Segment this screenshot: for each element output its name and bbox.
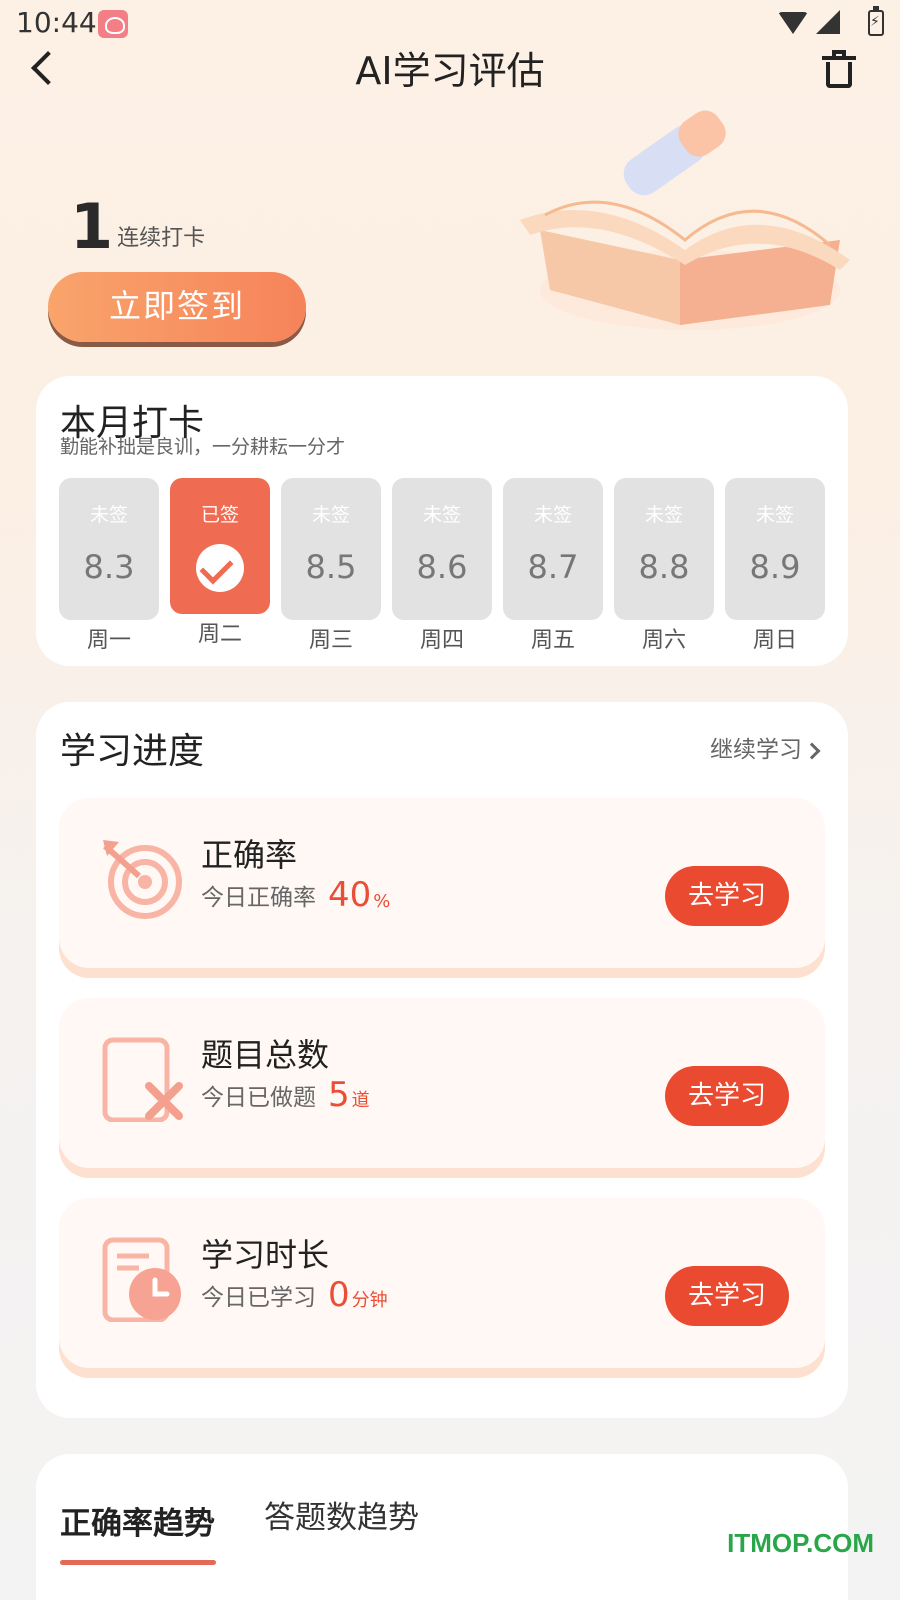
book-illustration	[520, 110, 850, 330]
day-item[interactable]: 未签 8.3 周一	[59, 478, 159, 654]
day-weekday: 周一	[86, 628, 131, 653]
study-time-stat: 学习时长 今日已学习 0 分钟 去学习	[59, 1198, 825, 1368]
day-status: 未签	[311, 504, 350, 526]
stat-title: 学习时长	[201, 1236, 330, 1274]
check-icon	[196, 544, 244, 592]
checkin-button[interactable]: 立即签到	[48, 272, 306, 342]
status-time: 10:44	[16, 6, 97, 39]
go-study-button[interactable]: 去学习	[665, 1266, 789, 1326]
go-study-button[interactable]: 去学习	[665, 1066, 789, 1126]
day-item[interactable]: 未签 8.5 周三	[281, 478, 381, 654]
stat-subtitle: 今日已做题	[201, 1085, 316, 1111]
tab-answer-count-trend[interactable]: 答题数趋势	[264, 1492, 419, 1537]
streak-count: 1	[70, 190, 114, 263]
stat-subtitle-row: 今日已做题 5 道	[201, 1078, 370, 1112]
stat-subtitle-row: 今日已学习 0 分钟	[201, 1278, 388, 1312]
day-status: 已签	[200, 504, 239, 526]
day-item-signed[interactable]: 已签 周二	[170, 478, 270, 654]
watermark: ITMOP.COM	[727, 1528, 874, 1558]
day-status: 未签	[644, 504, 683, 526]
month-subtitle: 勤能补拙是良训，一分耕耘一分才	[60, 436, 346, 458]
day-item[interactable]: 未签 8.6 周四	[392, 478, 492, 654]
day-date: 8.5	[305, 548, 357, 586]
stat-value: 5	[328, 1075, 350, 1115]
clock-doc-icon	[102, 1237, 181, 1322]
nav-bar: AI学习评估	[0, 46, 900, 96]
day-status: 未签	[89, 504, 128, 526]
stat-subtitle: 今日已学习	[201, 1285, 316, 1311]
day-item[interactable]: 未签 8.7 周五	[503, 478, 603, 654]
stat-value: 40	[328, 875, 372, 915]
day-date: 8.6	[416, 548, 468, 586]
trend-card: 正确率趋势 答题数趋势	[36, 1454, 848, 1600]
wrong-question-icon	[102, 1037, 183, 1122]
go-study-button[interactable]: 去学习	[665, 866, 789, 926]
stat-unit: 分钟	[351, 1290, 388, 1311]
learning-progress-card: 学习进度 继续学习 正确率 今日正确率 40 % 去学习 题目总数 今日已做题 …	[36, 702, 848, 1418]
question-count-stat: 题目总数 今日已做题 5 道 去学习	[59, 998, 825, 1168]
tab-accuracy-trend[interactable]: 正确率趋势	[60, 1498, 215, 1543]
day-weekday: 周日	[752, 628, 797, 653]
status-bar: 10:44	[0, 0, 900, 46]
day-status: 未签	[533, 504, 572, 526]
day-weekday: 周三	[308, 628, 353, 653]
month-checkin-card: 本月打卡 勤能补拙是良训，一分耕耘一分才 未签 8.3 周一 已签 周二 未签 8.…	[36, 376, 848, 666]
day-weekday: 周五	[530, 628, 575, 653]
day-list: 未签 8.3 周一 已签 周二 未签 8.5 周三 未签 8.6 周四 未签 8.7 周…	[59, 478, 825, 654]
stat-unit: 道	[351, 1090, 370, 1111]
accuracy-stat: 正确率 今日正确率 40 % 去学习	[59, 798, 825, 968]
stat-unit: %	[373, 891, 391, 912]
day-date: 8.9	[749, 548, 801, 586]
wifi-icon	[778, 12, 808, 34]
day-item[interactable]: 未签 8.9 周日	[725, 478, 825, 654]
continue-learning-link[interactable]: 继续学习	[710, 730, 821, 764]
streak-label: 连续打卡	[117, 226, 206, 251]
active-tab-indicator	[60, 1560, 216, 1565]
target-icon	[103, 840, 182, 919]
day-weekday: 周四	[419, 628, 464, 653]
day-weekday: 周六	[641, 628, 686, 653]
day-item[interactable]: 未签 8.8 周六	[614, 478, 714, 654]
stat-title: 题目总数	[201, 1036, 330, 1074]
day-status: 未签	[755, 504, 794, 526]
day-date: 8.3	[83, 548, 135, 586]
stat-title: 正确率	[201, 836, 298, 874]
day-status: 未签	[422, 504, 461, 526]
stat-value: 0	[328, 1275, 350, 1315]
battery-icon	[868, 6, 884, 36]
stat-subtitle: 今日正确率	[201, 885, 316, 911]
app-notification-icon	[98, 10, 128, 38]
day-weekday: 周二	[197, 622, 242, 647]
continue-learning-label: 继续学习	[710, 737, 802, 763]
streak-counter: 1 连续打卡	[70, 196, 205, 258]
system-icons	[778, 6, 884, 36]
chevron-right-icon	[803, 742, 821, 760]
stat-subtitle-row: 今日正确率 40 %	[201, 878, 390, 912]
page-title: AI学习评估	[355, 49, 545, 93]
progress-title: 学习进度	[60, 731, 205, 772]
day-date: 8.7	[527, 548, 579, 586]
day-date: 8.8	[638, 548, 690, 586]
signal-icon	[816, 10, 840, 34]
trash-icon[interactable]	[822, 50, 856, 88]
